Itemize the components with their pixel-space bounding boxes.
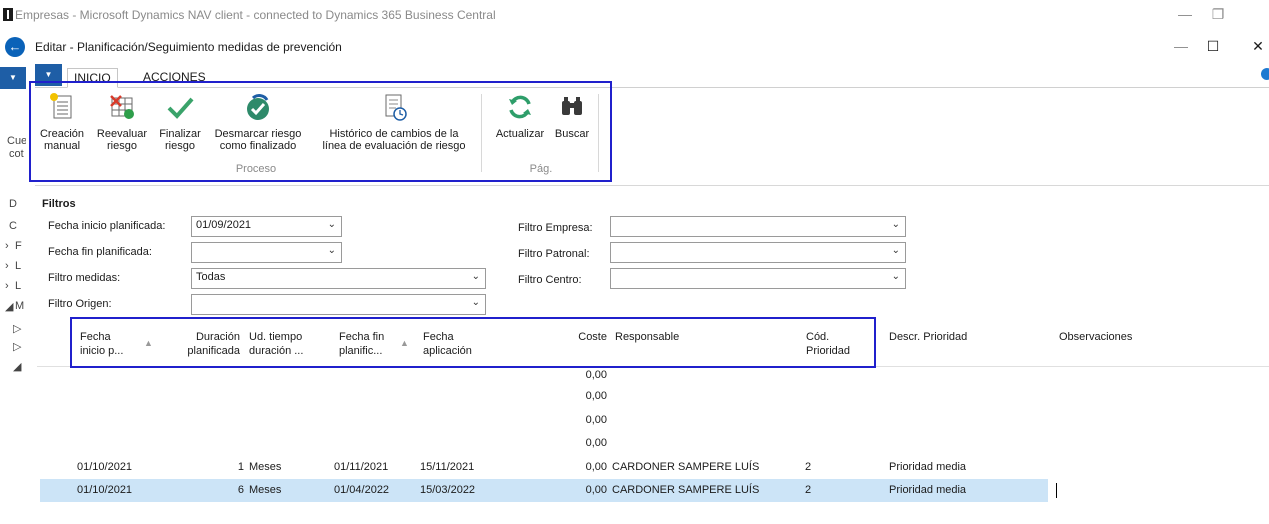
cell-coste: 0,00 (585, 390, 607, 402)
cell-fecha-aplicacion: 15/11/2021 (420, 461, 475, 473)
cell-fecha-aplicacion: 15/03/2022 (420, 484, 476, 496)
grid-header-highlight-box (70, 317, 876, 368)
chevron-down-icon[interactable]: ⌄ (328, 219, 336, 230)
cell-responsable: CARDONER SAMPERE LUÍS (612, 484, 760, 496)
filtro-patronal-label: Filtro Patronal: (518, 248, 590, 260)
background-tree-item: ◢ (5, 301, 14, 313)
filtro-origen-label: Filtro Origen: (48, 298, 112, 310)
background-text-fragment: Cue (7, 135, 28, 147)
outer-minimize-button[interactable]: — (1170, 4, 1200, 24)
table-row[interactable] (40, 365, 1269, 388)
cell-duracion: 6 (237, 484, 244, 496)
filters-title: Filtros (42, 198, 76, 210)
background-text-fragment: L (15, 260, 22, 272)
background-tree-item: ▷ (13, 341, 22, 353)
cell-fecha-inicio: 01/10/2021 (77, 461, 133, 473)
ribbon-highlight-box (29, 81, 612, 182)
cell-cod-prioridad: 2 (805, 484, 812, 496)
filtro-empresa-select[interactable]: ⌄ (610, 216, 906, 237)
cell-ud-tiempo: Meses (249, 484, 282, 496)
cell-fecha-fin: 01/11/2021 (334, 461, 389, 473)
filtro-centro-label: Filtro Centro: (518, 274, 582, 286)
cell-ud-tiempo: Meses (249, 461, 282, 473)
background-text-fragment: cot (9, 148, 24, 160)
text-caret (1056, 483, 1057, 498)
dialog-maximize-button[interactable]: ☐ (1198, 36, 1228, 56)
cell-duracion: 1 (237, 461, 244, 473)
column-header-descr-prioridad[interactable]: Descr. Prioridad (889, 330, 967, 344)
chevron-down-icon[interactable]: ⌄ (472, 297, 480, 308)
cell-descr-prioridad: Prioridad media (889, 484, 967, 496)
chevron-down-icon[interactable]: ⌄ (472, 271, 480, 282)
dialog-minimize-button[interactable]: — (1166, 36, 1196, 56)
filtro-medidas-label: Filtro medidas: (48, 272, 121, 284)
nav-app-icon (3, 8, 13, 21)
table-row[interactable] (40, 386, 1269, 409)
filtro-centro-select[interactable]: ⌄ (610, 268, 906, 289)
background-text-fragment: L (15, 280, 22, 292)
filtro-origen-select[interactable]: ⌄ (191, 294, 486, 315)
filtro-empresa-label: Filtro Empresa: (518, 222, 593, 234)
cell-coste: 0,00 (585, 414, 607, 426)
filtro-medidas-value: Todas (196, 271, 226, 283)
cell-responsable: CARDONER SAMPERE LUÍS (612, 461, 760, 473)
cell-fecha-inicio: 01/10/2021 (77, 484, 133, 496)
left-menu-dropdown-icon[interactable]: ▼ (0, 67, 26, 89)
cell-cod-prioridad: 2 (805, 461, 812, 473)
fecha-fin-field[interactable]: ⌄ (191, 242, 342, 263)
back-arrow-icon[interactable]: ← (5, 37, 25, 57)
fecha-inicio-field[interactable]: 01/09/2021 ⌄ (191, 216, 342, 237)
background-text-fragment: M (15, 300, 25, 312)
background-tree-item: › (5, 240, 9, 252)
background-tree-item: › (5, 260, 9, 272)
cell-fecha-fin: 01/04/2022 (334, 484, 390, 496)
chevron-down-icon[interactable]: ⌄ (892, 245, 900, 256)
table-row[interactable] (40, 433, 1269, 456)
cell-coste: 0,00 (585, 484, 607, 496)
background-text-fragment: F (15, 240, 22, 252)
filtro-patronal-select[interactable]: ⌄ (610, 242, 906, 263)
cell-coste: 0,00 (585, 437, 607, 449)
fecha-inicio-value: 01/09/2021 (196, 219, 252, 231)
cell-descr-prioridad: Prioridad media (889, 461, 967, 473)
table-row[interactable] (40, 410, 1269, 433)
cell-coste: 0,00 (585, 369, 607, 381)
background-text-fragment: C (9, 220, 17, 232)
fecha-fin-label: Fecha fin planificada: (48, 246, 152, 258)
fecha-inicio-label: Fecha inicio planificada: (48, 220, 166, 232)
outer-window-title: Empresas - Microsoft Dynamics NAV client… (15, 8, 496, 22)
background-tree-item: ◢ (13, 361, 22, 373)
chevron-down-icon[interactable]: ⌄ (892, 271, 900, 282)
chevron-down-icon[interactable]: ⌄ (892, 219, 900, 230)
background-tree-item: › (5, 280, 9, 292)
chevron-down-icon[interactable]: ⌄ (328, 245, 336, 256)
column-header-observaciones[interactable]: Observaciones (1059, 330, 1132, 344)
outer-restore-button[interactable]: ❐ (1203, 4, 1233, 24)
dialog-title: Editar - Planificación/Seguimiento medid… (35, 40, 342, 54)
cell-coste: 0,00 (585, 461, 607, 473)
filtro-medidas-select[interactable]: Todas ⌄ (191, 268, 486, 289)
cell-observaciones-editor[interactable] (1048, 479, 1269, 502)
background-text-fragment: D (9, 198, 17, 210)
background-tree-item: ▷ (13, 323, 22, 335)
dialog-close-button[interactable]: ✕ (1243, 36, 1269, 56)
